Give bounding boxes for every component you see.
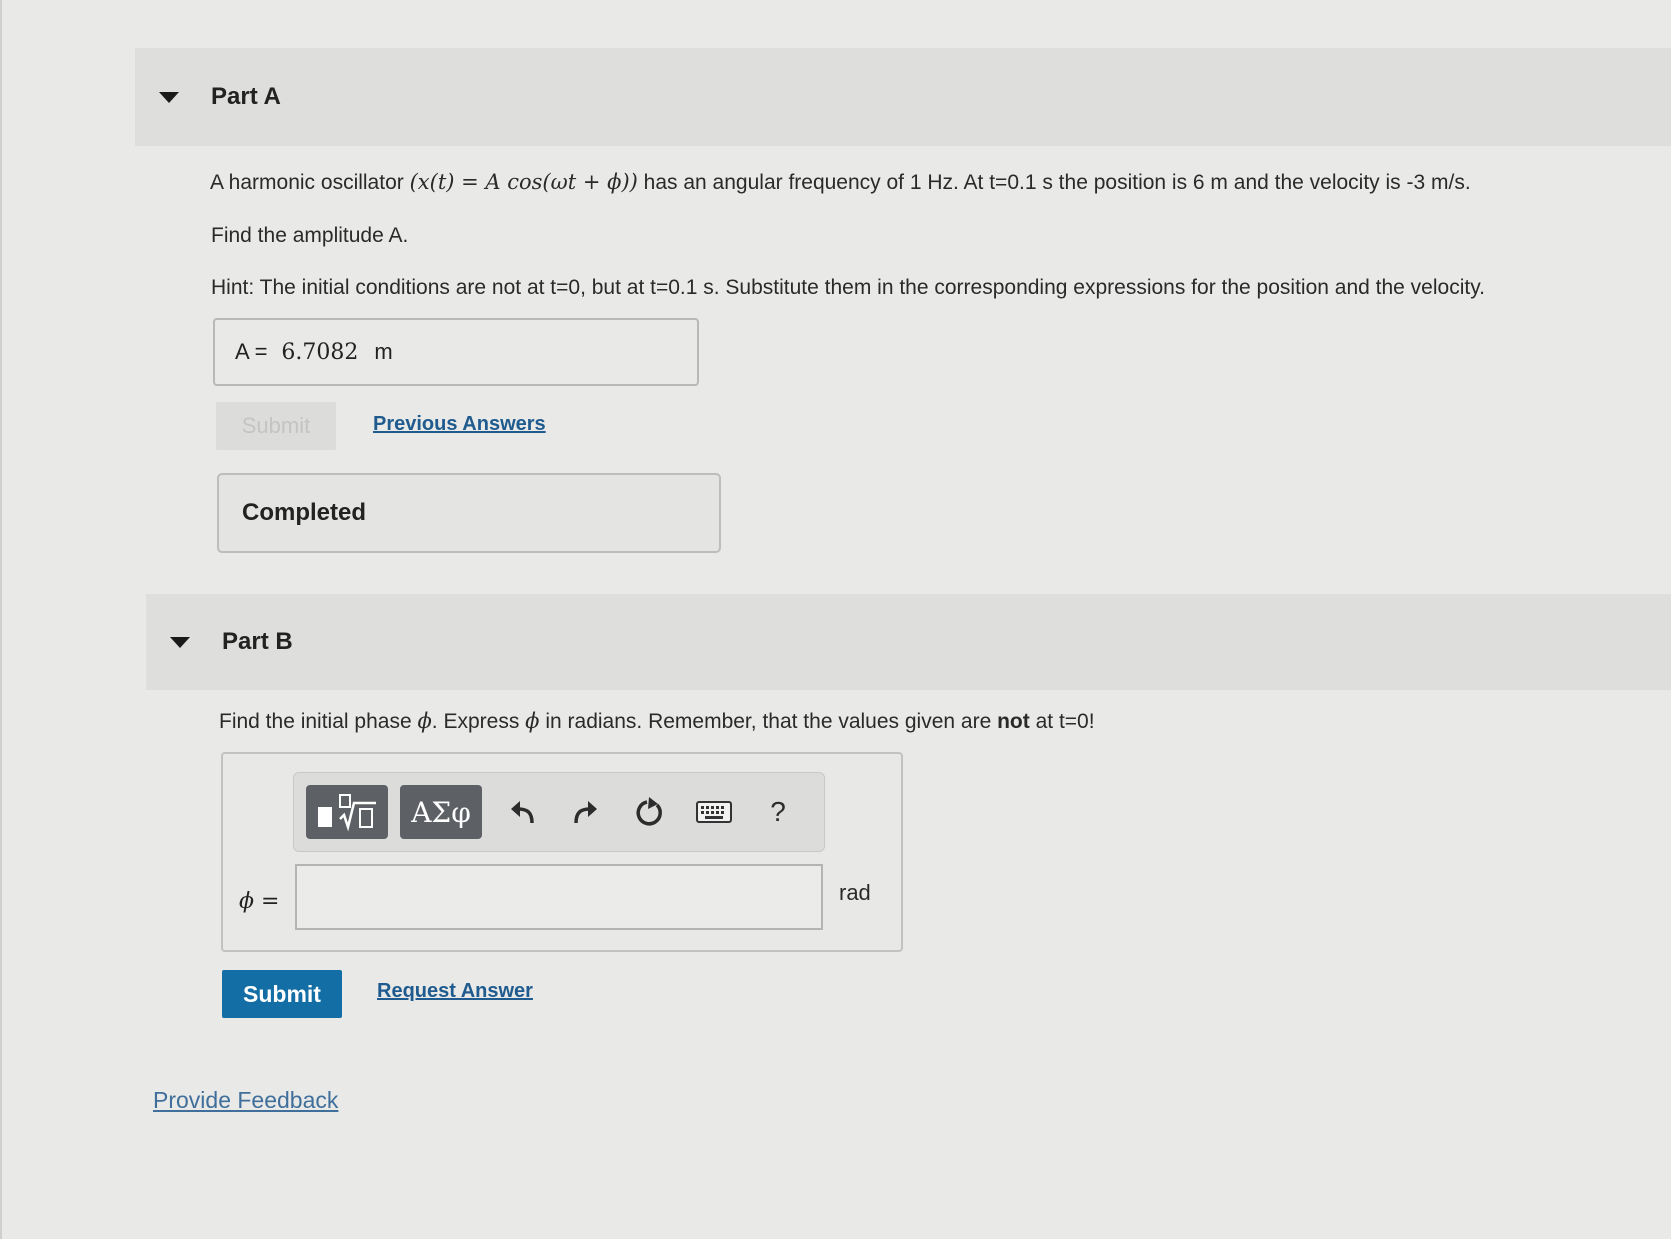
undo-button[interactable] [498, 787, 548, 837]
part-a-hint: Hint: The initial conditions are not at … [211, 276, 1485, 299]
keyboard-button[interactable] [686, 787, 742, 837]
template-sqrt-icon [318, 794, 376, 832]
part-a-status-box: Completed [217, 473, 721, 553]
phi-input-label-text: ϕ = [239, 889, 280, 914]
answer-unit: m [374, 339, 393, 364]
keyboard-icon [696, 801, 732, 823]
previous-answers-link[interactable]: Previous Answers [373, 413, 546, 436]
part-a-answer-box: A = 6.7082 m [213, 318, 699, 386]
part-a-title: Part A [211, 83, 281, 110]
status-text: Completed [242, 499, 367, 526]
collapse-triangle-icon[interactable] [159, 91, 179, 103]
phi-symbol: ϕ [525, 709, 540, 733]
phi-symbol: ϕ [417, 709, 432, 733]
answer-label: A = [235, 339, 268, 364]
phi-answer-input[interactable] [295, 864, 823, 930]
answer-value: 6.7082 [281, 339, 359, 365]
help-button[interactable]: ? [756, 787, 800, 837]
q-end: at t=0! [1035, 710, 1095, 733]
reset-icon [636, 797, 662, 826]
q-mid: . Express [431, 710, 520, 733]
page-left-border [0, 0, 2, 1239]
unit-label: rad [839, 880, 871, 905]
phi-input-label: ϕ = [239, 888, 279, 914]
greek-symbols-button[interactable]: ΑΣφ [400, 785, 482, 839]
undo-icon [511, 801, 534, 824]
part-b-header[interactable]: Part B [146, 594, 1671, 690]
collapse-triangle-icon[interactable] [170, 636, 190, 648]
part-b-input-panel: ΑΣφ ? ϕ = rad [221, 752, 903, 952]
part-a-problem: A harmonic oscillator (x(t) = A cos(ωt +… [210, 170, 1471, 195]
redo-button[interactable] [560, 787, 610, 837]
reset-button[interactable] [624, 787, 674, 837]
problem-suffix: has an angular frequency of 1 Hz. At t=0… [643, 171, 1471, 194]
part-b-submit-button[interactable]: Submit [222, 970, 342, 1018]
q-prefix: Find the initial phase [219, 710, 412, 733]
request-answer-link[interactable]: Request Answer [377, 980, 533, 1003]
math-toolbar: ΑΣφ ? [293, 772, 825, 852]
part-b-title: Part B [222, 628, 293, 655]
q-mid2: in radians. Remember, that the values gi… [545, 710, 992, 733]
part-a-submit-button[interactable]: Submit [216, 402, 336, 450]
problem-prefix: A harmonic oscillator [210, 171, 404, 194]
redo-icon [574, 801, 597, 824]
provide-feedback-link[interactable]: Provide Feedback [153, 1087, 338, 1114]
q-bold: not [997, 710, 1030, 733]
part-a-header[interactable]: Part A [135, 48, 1671, 146]
part-b-question: Find the initial phase ϕ. Express ϕ in r… [219, 709, 1095, 734]
part-a-question: Find the amplitude A. [211, 224, 409, 247]
oscillator-formula: (x(t) = A cos(ωt + ϕ)) [409, 170, 638, 194]
templates-button[interactable] [306, 785, 388, 839]
